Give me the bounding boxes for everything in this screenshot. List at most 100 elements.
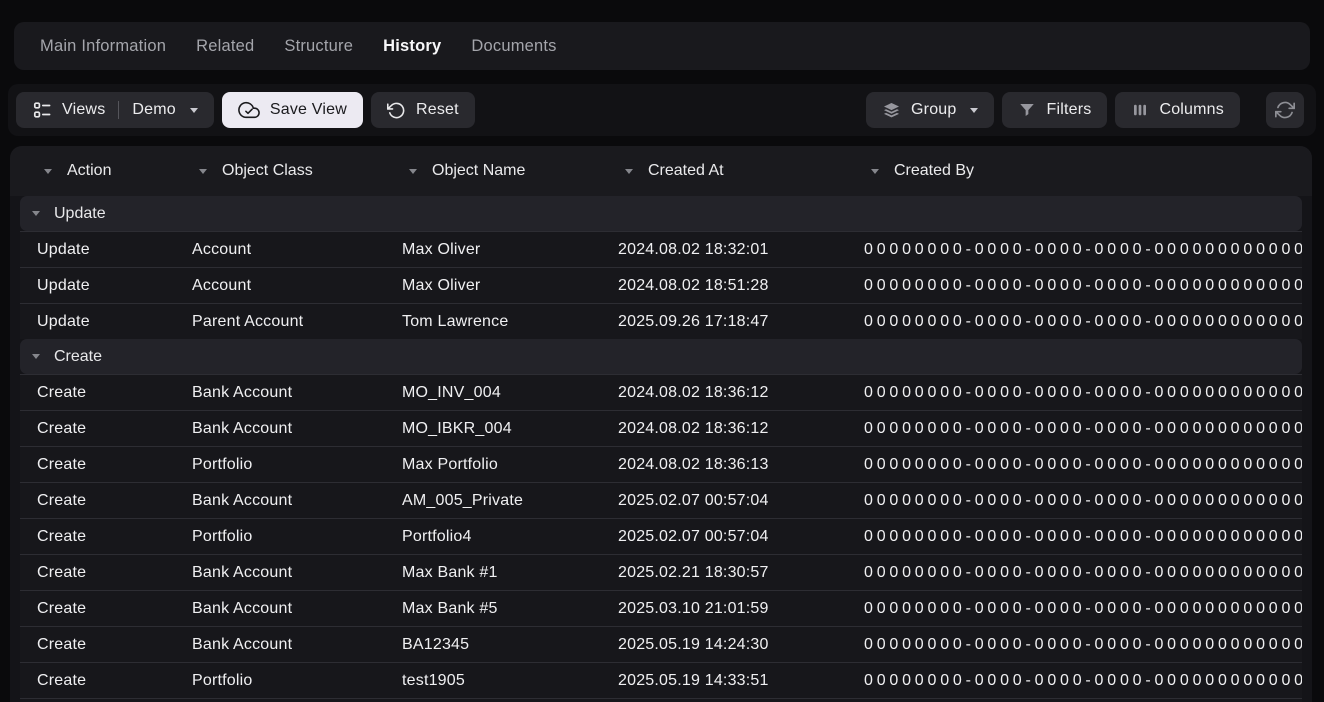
cell-created-at: 2025.05.19 14:33:51: [601, 672, 847, 690]
rotate-ccw-icon: [387, 101, 406, 120]
column-header-object-class[interactable]: Object Class: [165, 162, 375, 180]
cell-object-name: Max Portfolio: [385, 456, 601, 474]
views-divider: [118, 101, 119, 119]
tab-structure[interactable]: Structure: [284, 37, 353, 56]
cell-object-name: BA12345: [385, 636, 601, 654]
group-header-row-create[interactable]: Create: [20, 339, 1302, 374]
cell-object-class: Bank Account: [175, 492, 385, 510]
table-row[interactable]: UpdateParent AccountTom Lawrence2025.09.…: [20, 303, 1302, 339]
columns-icon: [1131, 101, 1149, 119]
cell-object-name: MO_IBKR_004: [385, 420, 601, 438]
column-header-object-name[interactable]: Object Name: [375, 162, 591, 180]
group-collapse-icon[interactable]: [32, 354, 40, 359]
cell-created-at: 2024.08.02 18:32:01: [601, 241, 847, 259]
tab-history[interactable]: History: [383, 37, 441, 56]
column-menu-icon[interactable]: [199, 169, 207, 174]
cell-created-by: 00000000-0000-0000-0000-000000000000: [847, 600, 1302, 618]
cell-action: Create: [20, 600, 175, 618]
cell-created-at: 2025.02.07 00:57:04: [601, 528, 847, 546]
views-list-icon: [32, 100, 52, 120]
group-label: Create: [54, 348, 102, 366]
column-header-created-by[interactable]: Created By: [837, 162, 1312, 180]
layers-icon: [882, 101, 901, 120]
tab-bar: Main Information Related Structure Histo…: [14, 22, 1310, 70]
cell-object-class: Portfolio: [175, 528, 385, 546]
cell-created-by: 00000000-0000-0000-0000-000000000000: [847, 492, 1302, 510]
column-menu-icon[interactable]: [44, 169, 52, 174]
group-button[interactable]: Group: [866, 92, 994, 128]
cell-action: Create: [20, 564, 175, 582]
cell-action: Create: [20, 456, 175, 474]
group-header-row-update[interactable]: Update: [20, 196, 1302, 231]
columns-button[interactable]: Columns: [1115, 92, 1240, 128]
filters-label: Filters: [1046, 101, 1091, 119]
cell-object-class: Portfolio: [175, 672, 385, 690]
cell-created-by: 00000000-0000-0000-0000-000000000000: [847, 420, 1302, 438]
cell-object-class: Account: [175, 277, 385, 295]
table-row[interactable]: UpdateAccountMax Oliver2024.08.02 18:32:…: [20, 231, 1302, 267]
column-header-created-at[interactable]: Created At: [591, 162, 837, 180]
views-label: Views: [62, 101, 105, 119]
cell-created-at: 2024.08.02 18:36:12: [601, 420, 847, 438]
column-label: Object Class: [222, 162, 313, 180]
cell-created-by: 00000000-0000-0000-0000-000000000000: [847, 313, 1302, 331]
views-selector-button[interactable]: Views Demo: [16, 92, 214, 128]
cell-created-at: 2025.03.10 21:01:59: [601, 600, 847, 618]
cell-object-name: Max Oliver: [385, 277, 601, 295]
cell-object-name: Max Oliver: [385, 241, 601, 259]
refresh-button[interactable]: [1266, 92, 1304, 128]
column-menu-icon[interactable]: [625, 169, 633, 174]
cell-action: Update: [20, 277, 175, 295]
filters-button[interactable]: Filters: [1002, 92, 1107, 128]
cell-object-class: Parent Account: [175, 313, 385, 331]
table-row-clipped[interactable]: [20, 698, 1302, 702]
cell-action: Create: [20, 420, 175, 438]
table-row[interactable]: CreatePortfolioMax Portfolio2024.08.02 1…: [20, 446, 1302, 482]
table-row[interactable]: CreateBank AccountMax Bank #12025.02.21 …: [20, 554, 1302, 590]
group-collapse-icon[interactable]: [32, 211, 40, 216]
cell-created-at: 2024.08.02 18:51:28: [601, 277, 847, 295]
cell-created-at: 2024.08.02 18:36:13: [601, 456, 847, 474]
cell-action: Update: [20, 313, 175, 331]
cell-object-name: AM_005_Private: [385, 492, 601, 510]
cell-object-name: Tom Lawrence: [385, 313, 601, 331]
tab-documents[interactable]: Documents: [471, 37, 556, 56]
table-row[interactable]: CreateBank AccountAM_005_Private2025.02.…: [20, 482, 1302, 518]
table-row[interactable]: CreatePortfoliotest19052025.05.19 14:33:…: [20, 662, 1302, 698]
cell-created-by: 00000000-0000-0000-0000-000000000000: [847, 384, 1302, 402]
table-row[interactable]: CreateBank AccountBA123452025.05.19 14:2…: [20, 626, 1302, 662]
filter-funnel-icon: [1018, 101, 1036, 119]
cell-created-at: 2025.09.26 17:18:47: [601, 313, 847, 331]
cell-action: Create: [20, 492, 175, 510]
table-row[interactable]: CreateBank AccountMax Bank #52025.03.10 …: [20, 590, 1302, 626]
cell-action: Create: [20, 636, 175, 654]
cell-object-class: Account: [175, 241, 385, 259]
table-row[interactable]: CreatePortfolioPortfolio42025.02.07 00:5…: [20, 518, 1302, 554]
column-label: Object Name: [432, 162, 525, 180]
grid-header-row: Action Object Class Object Name Created …: [10, 146, 1312, 196]
cloud-check-icon: [238, 99, 260, 121]
table-row[interactable]: CreateBank AccountMO_IBKR_0042024.08.02 …: [20, 410, 1302, 446]
cell-object-class: Bank Account: [175, 600, 385, 618]
cell-object-class: Bank Account: [175, 420, 385, 438]
column-header-action[interactable]: Action: [10, 162, 165, 180]
reset-button[interactable]: Reset: [371, 92, 475, 128]
save-view-button[interactable]: Save View: [222, 92, 363, 128]
cell-created-by: 00000000-0000-0000-0000-000000000000: [847, 564, 1302, 582]
table-row[interactable]: CreateBank AccountMO_INV_0042024.08.02 1…: [20, 374, 1302, 410]
cell-created-by: 00000000-0000-0000-0000-000000000000: [847, 277, 1302, 295]
cell-created-by: 00000000-0000-0000-0000-000000000000: [847, 672, 1302, 690]
group-label: Group: [911, 101, 956, 119]
cell-object-name: MO_INV_004: [385, 384, 601, 402]
grid-toolbar: Views Demo Save View Reset: [8, 84, 1316, 136]
column-menu-icon[interactable]: [409, 169, 417, 174]
cell-created-at: 2024.08.02 18:36:12: [601, 384, 847, 402]
column-label: Created At: [648, 162, 724, 180]
columns-label: Columns: [1159, 101, 1224, 119]
tab-main-information[interactable]: Main Information: [40, 37, 166, 56]
table-row[interactable]: UpdateAccountMax Oliver2024.08.02 18:51:…: [20, 267, 1302, 303]
reset-label: Reset: [416, 101, 459, 119]
column-menu-icon[interactable]: [871, 169, 879, 174]
current-view-name: Demo: [132, 101, 175, 119]
tab-related[interactable]: Related: [196, 37, 254, 56]
